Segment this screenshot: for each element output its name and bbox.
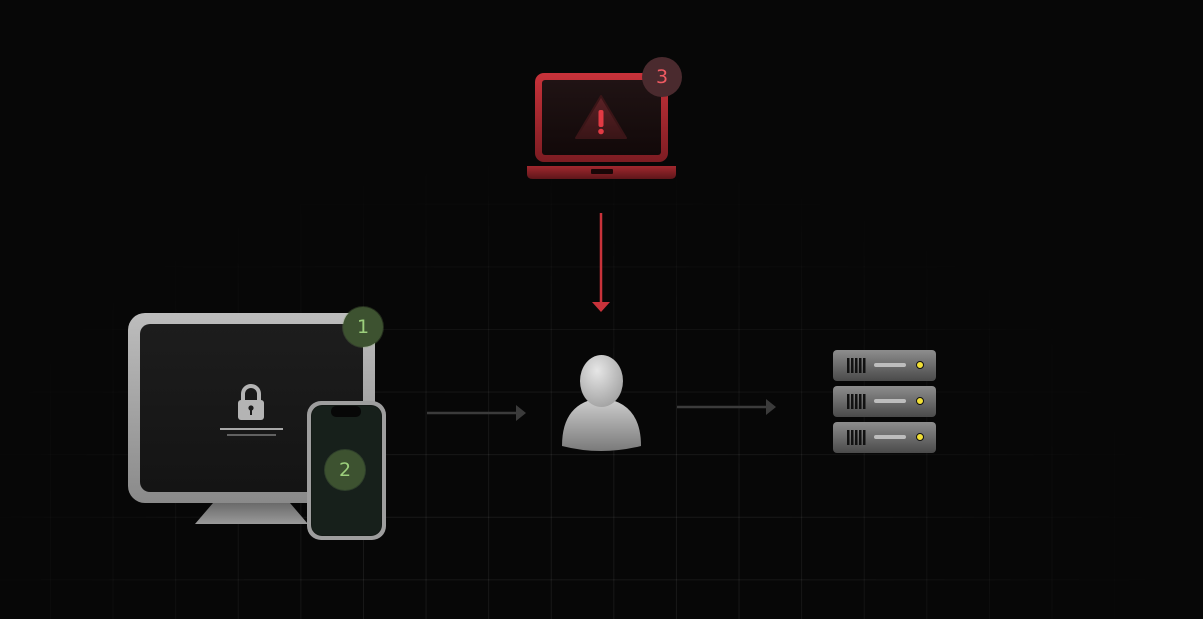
connector-user-to-server: [677, 399, 776, 415]
step-badge-3: 3: [642, 57, 682, 97]
diagram-canvas: [128, 73, 936, 540]
attack-arrow: [592, 213, 610, 312]
step-badge-1: 1: [343, 307, 383, 347]
connector-phone-to-user: [427, 405, 526, 421]
server-unit: [833, 386, 936, 417]
user-icon: [562, 355, 641, 451]
server-unit: [833, 422, 936, 453]
server-icon: [833, 350, 936, 453]
server-unit: [833, 350, 936, 381]
step-badge-2: 2: [325, 450, 365, 490]
